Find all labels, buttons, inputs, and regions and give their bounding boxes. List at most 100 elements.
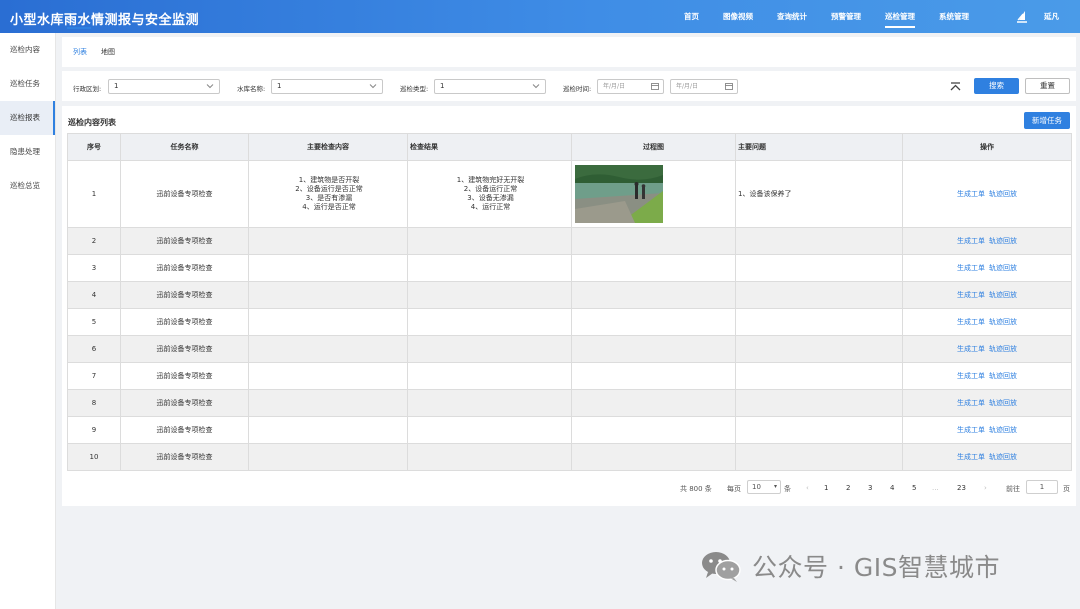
add-task-button[interactable]: 新增任务 [1024, 112, 1070, 129]
track-playback-link[interactable]: 轨迹回放 [989, 190, 1017, 198]
table-header-row: 序号 任务名称 主要检查内容 检查结果 过程图 主要问题 操作 [67, 133, 1072, 161]
generate-work-order-link[interactable]: 生成工单 [957, 426, 985, 434]
wechat-icon [702, 552, 741, 582]
generate-work-order-link[interactable]: 生成工单 [957, 318, 985, 326]
start-date-input[interactable]: 年/月/日 [597, 79, 664, 94]
page-2[interactable]: 2 [846, 484, 850, 492]
next-page-button[interactable]: › [984, 484, 987, 492]
main-nav: 首页 图像视频 查询统计 预警管理 巡检管理 系统管理 [672, 0, 981, 33]
sidebar-item-overview[interactable]: 巡检总览 [0, 169, 55, 203]
generate-work-order-link[interactable]: 生成工单 [957, 372, 985, 380]
inspect-type-select[interactable]: 1 [434, 79, 546, 94]
cell-check-result [407, 335, 572, 363]
track-playback-link[interactable]: 轨迹回放 [989, 237, 1017, 245]
cell-check-content [248, 308, 408, 336]
cell-check-result [407, 389, 572, 417]
col-header-problem: 主要问题 [735, 133, 903, 161]
inspect-type-select-value: 1 [440, 82, 445, 90]
cell-no: 10 [67, 443, 121, 471]
inspection-table: 序号 任务名称 主要检查内容 检查结果 过程图 主要问题 操作 1 迅前设备专项检… [67, 133, 1072, 471]
reset-button[interactable]: 重置 [1025, 78, 1070, 94]
cell-actions: 生成工单 轨迹回放 [902, 362, 1072, 390]
table-row: 10 迅前设备专项检查 生成工单 轨迹回放 [67, 443, 1072, 471]
search-button[interactable]: 搜索 [974, 78, 1019, 94]
generate-work-order-link[interactable]: 生成工单 [957, 399, 985, 407]
cell-check-content [248, 335, 408, 363]
nav-item-inspection[interactable]: 巡检管理 [873, 0, 927, 33]
cell-process-photo [571, 416, 736, 444]
cell-check-result [407, 362, 572, 390]
cell-task-name: 迅前设备专项检查 [120, 443, 249, 471]
region-select[interactable]: 1 [108, 79, 220, 94]
page-3[interactable]: 3 [868, 484, 872, 492]
cell-process-photo [571, 160, 736, 228]
track-playback-link[interactable]: 轨迹回放 [989, 372, 1017, 380]
per-page-select[interactable]: 10 ▾ [747, 480, 781, 494]
page-1[interactable]: 1 [824, 484, 828, 492]
page-5[interactable]: 5 [912, 484, 916, 492]
sidebar-item-hazard[interactable]: 隐患处理 [0, 135, 55, 169]
generate-work-order-link[interactable]: 生成工单 [957, 190, 985, 198]
user-menu[interactable]: 延凡 [1014, 8, 1059, 24]
cell-no: 3 [67, 254, 121, 282]
cell-process-photo [571, 335, 736, 363]
track-playback-link[interactable]: 轨迹回放 [989, 291, 1017, 299]
track-playback-link[interactable]: 轨迹回放 [989, 426, 1017, 434]
end-date-input[interactable]: 年/月/日 [670, 79, 738, 94]
nav-item-video[interactable]: 图像视频 [711, 0, 765, 33]
cell-check-content [248, 254, 408, 282]
reservoir-select[interactable]: 1 [271, 79, 383, 94]
generate-work-order-link[interactable]: 生成工单 [957, 264, 985, 272]
cell-no: 5 [67, 308, 121, 336]
table-row: 8 迅前设备专项检查 生成工单 轨迹回放 [67, 389, 1072, 417]
track-playback-link[interactable]: 轨迹回放 [989, 453, 1017, 461]
per-page-unit: 条 [784, 485, 791, 493]
nav-item-query[interactable]: 查询统计 [765, 0, 819, 33]
cell-actions: 生成工单 轨迹回放 [902, 227, 1072, 255]
generate-work-order-link[interactable]: 生成工单 [957, 345, 985, 353]
nav-item-home[interactable]: 首页 [672, 0, 711, 33]
cell-check-result [407, 281, 572, 309]
chevron-down-icon [532, 84, 540, 89]
generate-work-order-link[interactable]: 生成工单 [957, 453, 985, 461]
sidebar-item-report[interactable]: 巡检报表 [0, 101, 55, 135]
track-playback-link[interactable]: 轨迹回放 [989, 264, 1017, 272]
inspection-list-card: 巡检内容列表 新增任务 序号 任务名称 主要检查内容 检查结果 过程图 主要问题… [62, 106, 1076, 506]
view-tabs: 列表 地图 [62, 37, 1076, 67]
track-playback-link[interactable]: 轨迹回放 [989, 399, 1017, 407]
prev-page-button[interactable]: ‹ [806, 484, 809, 492]
app-title: 小型水库雨水情测报与安全监测 [10, 13, 200, 28]
track-playback-link[interactable]: 轨迹回放 [989, 345, 1017, 353]
nav-item-warning[interactable]: 预警管理 [819, 0, 873, 33]
cell-actions: 生成工单 轨迹回放 [902, 335, 1072, 363]
tab-list[interactable]: 列表 [73, 47, 87, 57]
page-4[interactable]: 4 [890, 484, 894, 492]
collapse-icon[interactable] [949, 80, 962, 93]
sidebar-item-task[interactable]: 巡检任务 [0, 67, 55, 101]
track-playback-link[interactable]: 轨迹回放 [989, 318, 1017, 326]
nav-item-system[interactable]: 系统管理 [927, 0, 981, 33]
cell-process-photo [571, 389, 736, 417]
cell-no: 1 [67, 160, 121, 228]
tab-map[interactable]: 地图 [101, 47, 115, 57]
cell-task-name: 迅前设备专项检查 [120, 160, 249, 228]
page-ellipsis[interactable]: ... [932, 484, 939, 492]
cell-actions: 生成工单 轨迹回放 [902, 389, 1072, 417]
goto-label: 前往 [1006, 485, 1020, 493]
cell-actions: 生成工单 轨迹回放 [902, 160, 1072, 228]
cell-check-result [407, 443, 572, 471]
cell-task-name: 迅前设备专项检查 [120, 254, 249, 282]
goto-unit: 页 [1063, 485, 1070, 493]
sidebar-item-content[interactable]: 巡检内容 [0, 33, 55, 67]
generate-work-order-link[interactable]: 生成工单 [957, 237, 985, 245]
pagination: 共 800 条 每页 10 ▾ 条 ‹ 1 2 3 4 5 ... 23 › 前… [62, 478, 1076, 498]
cell-main-problem [735, 416, 903, 444]
process-photo[interactable] [575, 165, 663, 223]
page-23[interactable]: 23 [957, 484, 966, 492]
user-logo-icon [1017, 11, 1027, 23]
goto-page-input[interactable]: 1 [1026, 480, 1058, 494]
cell-check-result [407, 416, 572, 444]
cell-task-name: 迅前设备专项检查 [120, 227, 249, 255]
cell-main-problem: 1、设备该保养了 [735, 160, 903, 228]
generate-work-order-link[interactable]: 生成工单 [957, 291, 985, 299]
